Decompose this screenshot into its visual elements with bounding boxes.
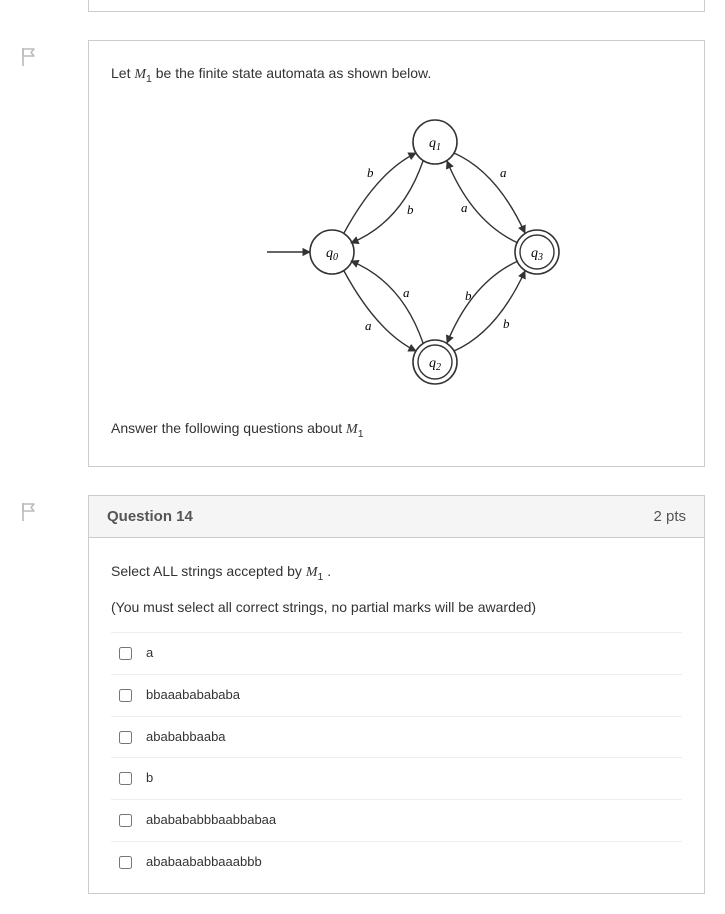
edge-q1-q0-b: b bbox=[407, 202, 414, 217]
choices-list: a bbaaababababa abababbaaba b bbox=[111, 632, 682, 883]
question-points: 2 pts bbox=[653, 508, 686, 525]
edge-q0-q1-b: b bbox=[367, 165, 374, 180]
choice-label: bbaaababababa bbox=[146, 685, 240, 706]
prompt-post: . bbox=[323, 563, 331, 579]
choice-row[interactable]: b bbox=[111, 757, 682, 799]
choice-checkbox[interactable] bbox=[119, 772, 132, 785]
prompt-pre: Select ALL strings accepted by bbox=[111, 563, 306, 579]
edge-q1-q3-a: a bbox=[500, 165, 507, 180]
question-note: (You must select all correct strings, no… bbox=[111, 596, 682, 618]
intro-var: M bbox=[134, 67, 146, 82]
intro-line-1: Let M1 be the finite state automata as s… bbox=[111, 63, 682, 88]
choice-row[interactable]: bbaaababababa bbox=[111, 674, 682, 716]
question-header: Question 14 2 pts bbox=[89, 496, 704, 538]
flag-icon[interactable] bbox=[20, 46, 48, 68]
choice-checkbox[interactable] bbox=[119, 856, 132, 869]
choice-label: a bbox=[146, 643, 153, 664]
edge-q3-q1-a: a bbox=[461, 200, 468, 215]
choice-checkbox[interactable] bbox=[119, 814, 132, 827]
choice-label: b bbox=[146, 768, 153, 789]
choice-checkbox[interactable] bbox=[119, 731, 132, 744]
intro2-text: Answer the following questions about bbox=[111, 420, 346, 436]
question-prompt: Select ALL strings accepted by M1 . bbox=[111, 560, 682, 586]
choice-row[interactable]: abababbaaba bbox=[111, 716, 682, 758]
choice-checkbox[interactable] bbox=[119, 689, 132, 702]
intro-text-post: be the finite state automata as shown be… bbox=[152, 65, 431, 81]
question-panel: Question 14 2 pts Select ALL strings acc… bbox=[88, 495, 705, 894]
intro2-var: M bbox=[346, 422, 358, 437]
automata-diagram: q0 q1 q2 q3 bbox=[111, 102, 682, 408]
choice-row[interactable]: a bbox=[111, 632, 682, 674]
previous-panel-fragment bbox=[88, 0, 705, 12]
intro-line-2: Answer the following questions about M1 bbox=[111, 418, 682, 443]
edge-q3-q2-b: b bbox=[503, 316, 510, 331]
intro-text: Let bbox=[111, 65, 134, 81]
choice-row[interactable]: ababababbbaabbabaa bbox=[111, 799, 682, 841]
prompt-var: M bbox=[306, 565, 318, 580]
choice-row[interactable]: ababaababbaaabbb bbox=[111, 841, 682, 883]
choice-label: ababababbbaabbabaa bbox=[146, 810, 276, 831]
intro2-sub: 1 bbox=[358, 427, 364, 439]
choice-label: ababaababbaaabbb bbox=[146, 852, 262, 873]
flag-icon[interactable] bbox=[20, 501, 48, 523]
edge-q0-q2-a: a bbox=[403, 285, 410, 300]
question-title: Question 14 bbox=[107, 508, 193, 525]
choice-checkbox[interactable] bbox=[119, 647, 132, 660]
intro-panel: Let M1 be the finite state automata as s… bbox=[88, 40, 705, 467]
choice-label: abababbaaba bbox=[146, 727, 226, 748]
edge-q2-q0-a: a bbox=[365, 318, 372, 333]
